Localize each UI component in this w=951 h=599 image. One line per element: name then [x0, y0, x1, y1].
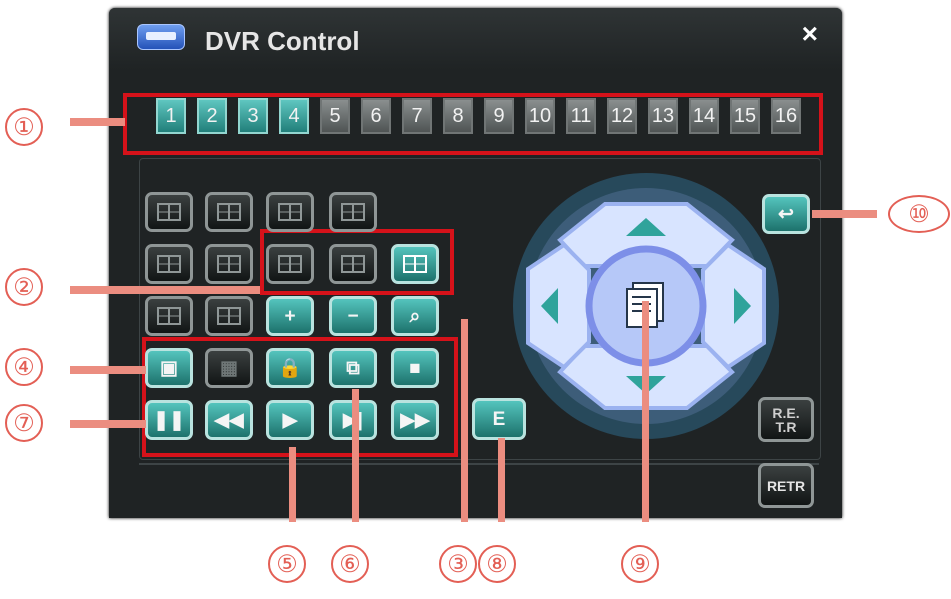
callout-3: ③	[439, 545, 477, 583]
return-button[interactable]: ↩	[762, 194, 810, 234]
callout-7: ⑦	[5, 404, 43, 442]
return-icon: ↩	[778, 203, 794, 225]
callout-10-arrow	[812, 210, 877, 218]
callout-8: ⑧	[478, 545, 516, 583]
callout-6-arrow	[352, 389, 359, 522]
callout-2-arrow	[70, 286, 260, 294]
callout-10: ⑩	[888, 195, 950, 233]
mute-button[interactable]: RETR	[758, 463, 814, 508]
callout-4: ④	[5, 348, 43, 386]
callout-5: ⑤	[268, 545, 306, 583]
ptz-right-button[interactable]	[701, 242, 766, 370]
ret-label: R.E. T.R	[772, 404, 800, 435]
ret-button[interactable]: R.E. T.R	[758, 397, 814, 442]
callout-4-arrow	[70, 366, 146, 374]
ptz-svg-layer	[513, 173, 779, 439]
callout-9-arrow	[642, 301, 649, 522]
callout-2: ②	[5, 268, 43, 306]
callout-8-arrow	[498, 438, 505, 522]
callout-1-arrow	[70, 118, 125, 126]
callout-6: ⑥	[331, 545, 369, 583]
callout-1: ①	[5, 108, 43, 146]
ptz-left-button[interactable]	[526, 242, 591, 370]
callout-3-arrow	[461, 319, 468, 522]
callout-7-arrow	[70, 420, 146, 428]
callout-9: ⑨	[621, 545, 659, 583]
callout-5-arrow	[289, 447, 296, 522]
retr-label: RETR	[766, 477, 806, 494]
